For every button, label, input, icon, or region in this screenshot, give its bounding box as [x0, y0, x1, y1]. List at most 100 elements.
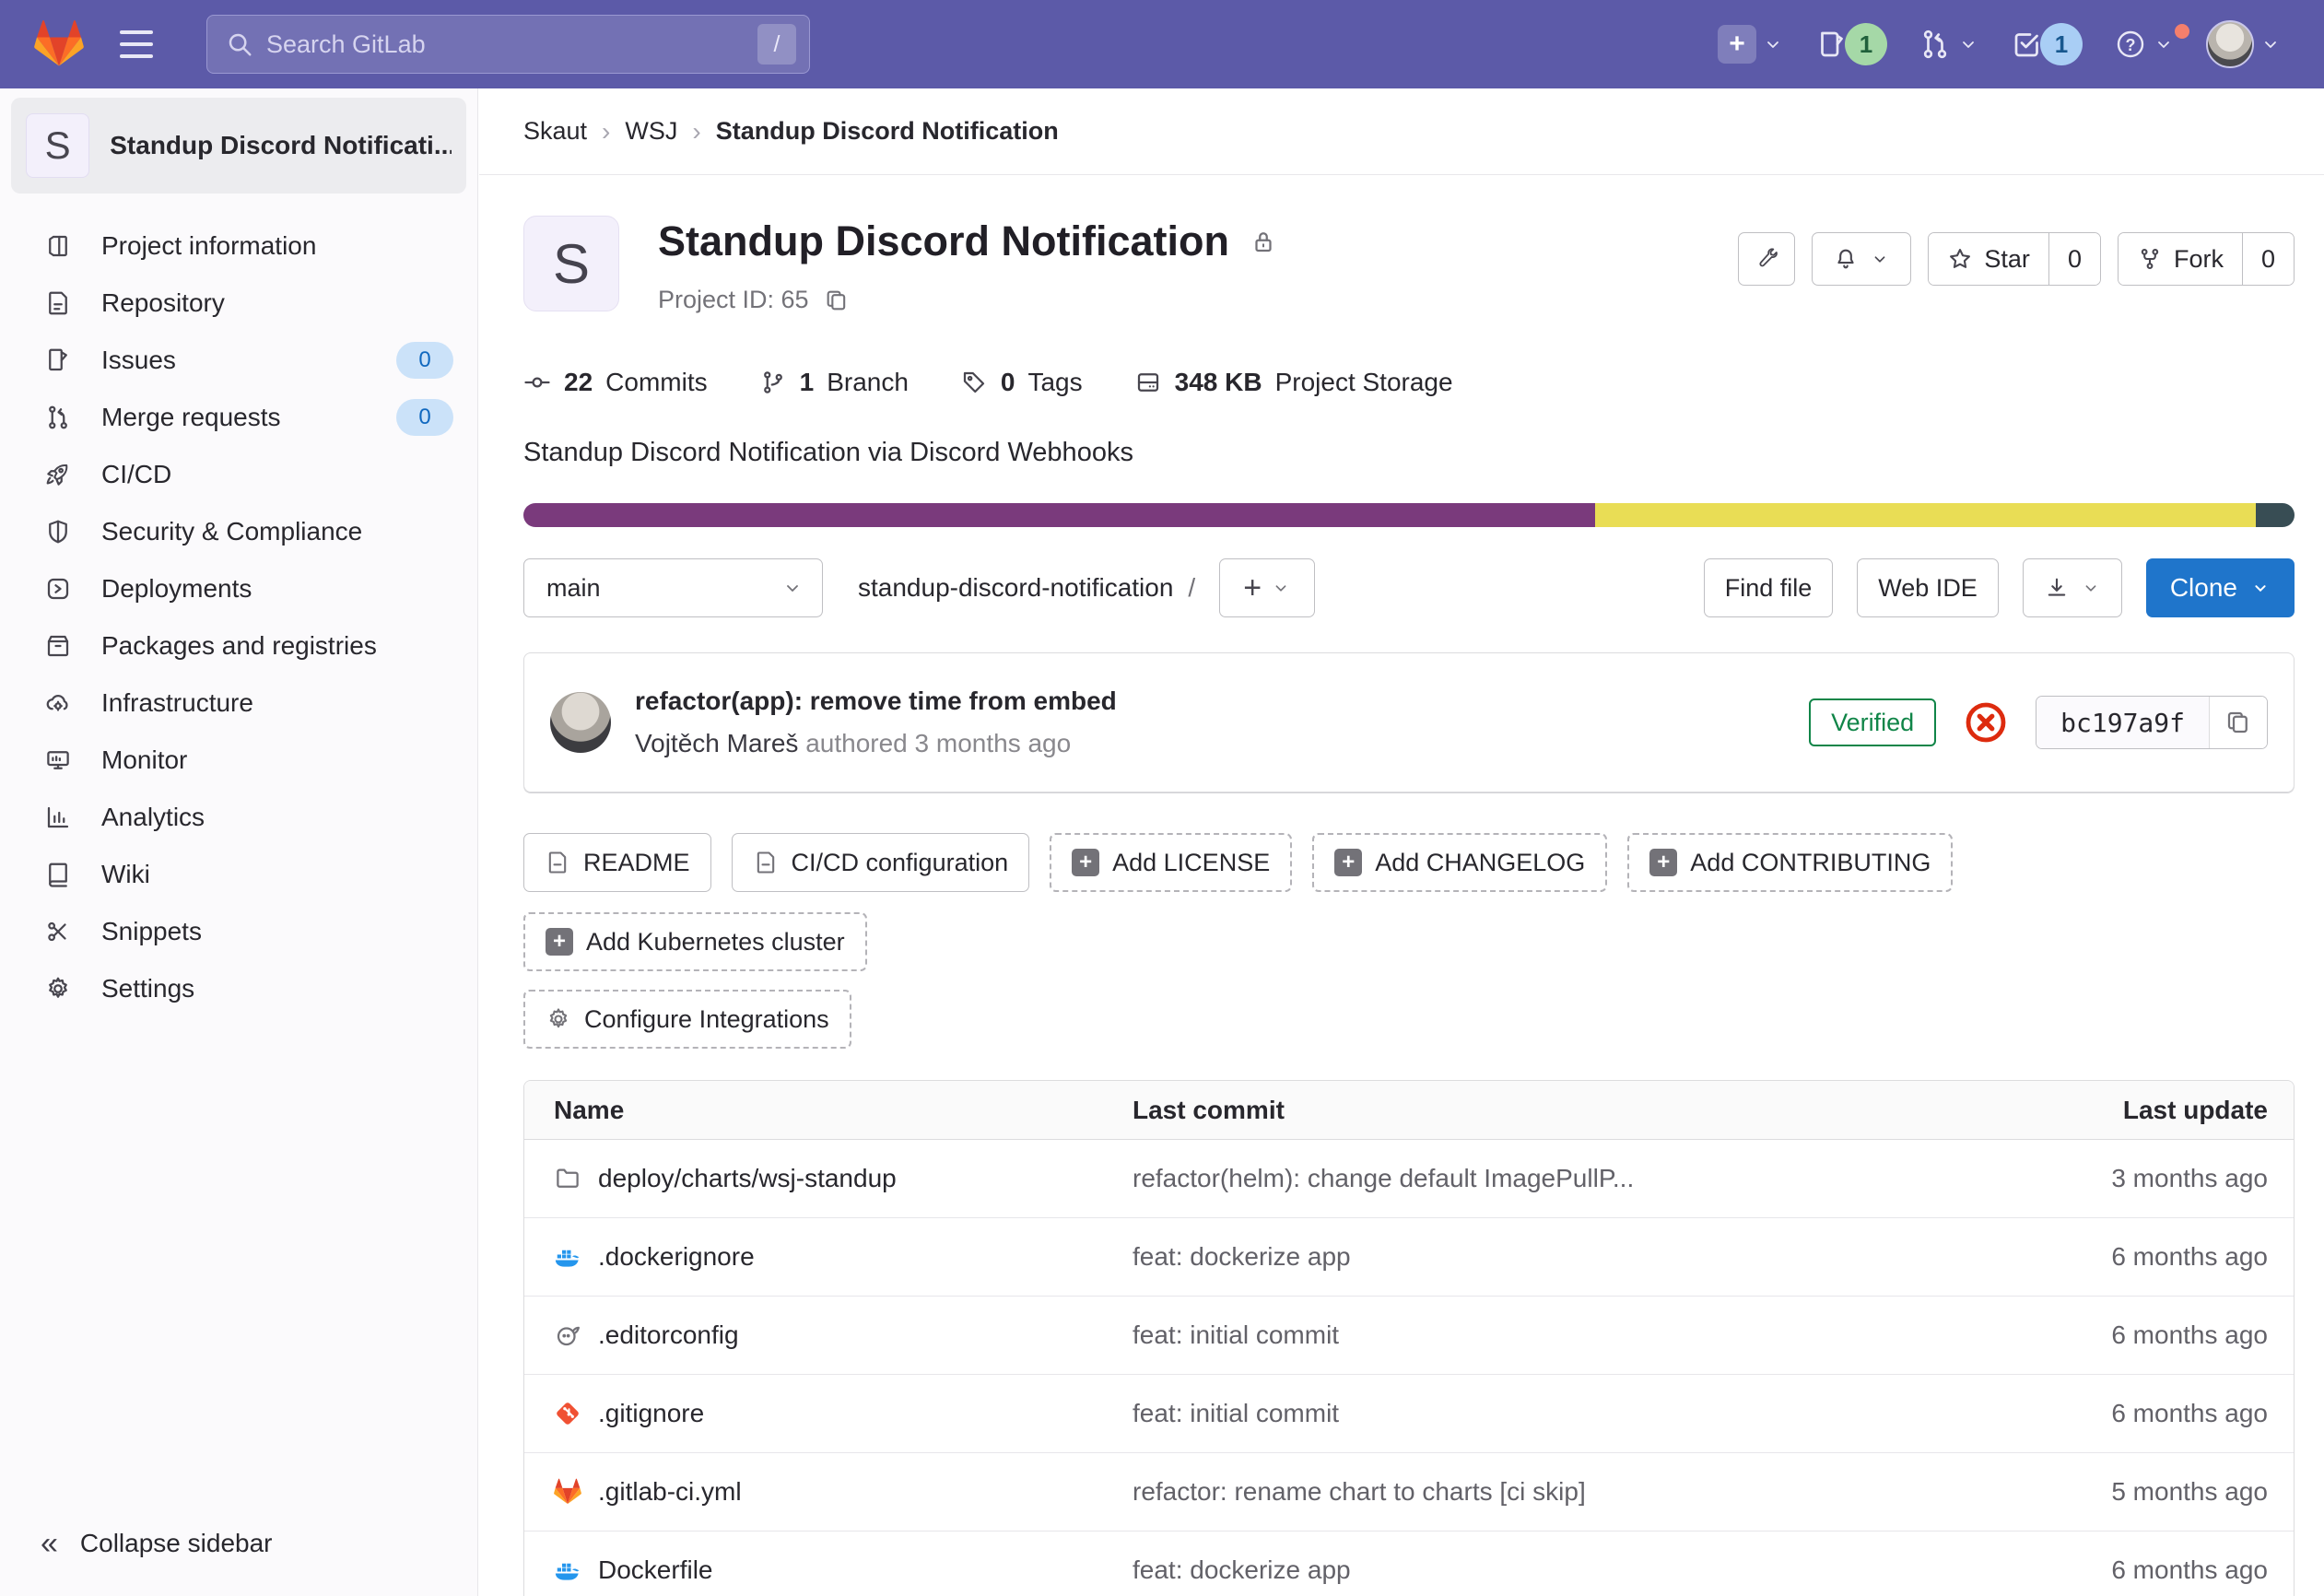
stat-commits[interactable]: 22Commits	[523, 368, 708, 397]
breadcrumb-project[interactable]: Standup Discord Notification	[716, 117, 1059, 146]
editorconfig-icon	[554, 1321, 581, 1349]
file-link[interactable]: .gitignore	[524, 1399, 1133, 1428]
last-update: 5 months ago	[1962, 1477, 2294, 1507]
add-kubernetes-cluster-button[interactable]: + Add Kubernetes cluster	[523, 912, 867, 971]
chevron-down-icon	[2250, 578, 2271, 598]
search-input[interactable]	[266, 30, 757, 59]
sidebar-item-label: CI/CD	[101, 460, 453, 489]
file-link[interactable]: .editorconfig	[524, 1320, 1133, 1350]
sidebar-item-repository[interactable]: Repository	[0, 275, 477, 332]
star-button[interactable]: Star	[1929, 233, 2048, 285]
commit-message-link[interactable]: feat: initial commit	[1133, 1399, 1962, 1428]
notifications-button[interactable]	[1812, 232, 1911, 286]
repo-toolbar: main standup-discord-notification / + Fi…	[479, 527, 2324, 617]
add-contributing-button[interactable]: + Add CONTRIBUTING	[1627, 833, 1953, 892]
sidebar-item-snippets[interactable]: Snippets	[0, 903, 477, 960]
fork-button-group[interactable]: Fork 0	[2118, 232, 2295, 286]
sidebar-item-monitor[interactable]: Monitor	[0, 732, 477, 789]
project-settings-button[interactable]	[1738, 232, 1795, 286]
sidebar-item-label: Packages and registries	[101, 631, 453, 661]
download-button[interactable]	[2023, 558, 2122, 617]
branch-selector[interactable]: main	[523, 558, 823, 617]
add-license-button[interactable]: + Add LICENSE	[1050, 833, 1292, 892]
language-segment	[1595, 503, 2256, 527]
sidebar-item-project-information[interactable]: Project information	[0, 217, 477, 275]
add-file-button[interactable]: +	[1219, 558, 1315, 617]
commit-message-link[interactable]: refactor(helm): change default ImagePull…	[1133, 1164, 1962, 1193]
table-row: .gitignore feat: initial commit 6 months…	[524, 1375, 2294, 1453]
breadcrumb-subgroup[interactable]: WSJ	[625, 117, 677, 146]
cicd-configuration-button[interactable]: CI/CD configuration	[732, 833, 1030, 892]
readme-button[interactable]: README	[523, 833, 711, 892]
shield-icon	[44, 518, 72, 546]
star-count[interactable]: 0	[2048, 233, 2100, 285]
add-changelog-button[interactable]: + Add CHANGELOG	[1312, 833, 1607, 892]
pipeline-failed-icon[interactable]	[1964, 700, 2008, 745]
sidebar-item-wiki[interactable]: Wiki	[0, 846, 477, 903]
star-button-group[interactable]: Star 0	[1928, 232, 2101, 286]
file-link[interactable]: Dockerfile	[524, 1555, 1133, 1585]
gitlab-logo-icon[interactable]	[33, 19, 85, 69]
hamburger-menu-icon[interactable]	[116, 29, 157, 60]
project-stats: 22Commits 1Branch 0Tags 348 KBProject St…	[479, 314, 2324, 397]
new-menu-button[interactable]: +	[1708, 25, 1793, 64]
copy-project-id-icon[interactable]	[824, 288, 850, 313]
sidebar-item-analytics[interactable]: Analytics	[0, 789, 477, 846]
fork-button[interactable]: Fork	[2119, 233, 2242, 285]
file-link[interactable]: .dockerignore	[524, 1242, 1133, 1272]
sidebar-item-merge-requests[interactable]: Merge requests 0	[0, 389, 477, 446]
commit-message-link[interactable]: feat: initial commit	[1133, 1320, 1962, 1350]
project-information-icon	[44, 232, 72, 260]
clone-button[interactable]: Clone	[2146, 558, 2295, 617]
sidebar-project-header[interactable]: S Standup Discord Notificati...	[11, 98, 466, 194]
stat-storage[interactable]: 348 KBProject Storage	[1134, 368, 1453, 397]
copy-sha-button[interactable]	[2209, 697, 2267, 748]
sidebar-item-security-compliance[interactable]: Security & Compliance	[0, 503, 477, 560]
merge-request-icon	[44, 404, 72, 431]
repo-path-root[interactable]: standup-discord-notification	[858, 573, 1173, 603]
user-menu-button[interactable]	[2197, 20, 2291, 68]
table-row: .gitlab-ci.yml refactor: rename chart to…	[524, 1453, 2294, 1531]
latest-commit-box: refactor(app): remove time from embed Vo…	[523, 652, 2295, 792]
commit-message-link[interactable]: feat: dockerize app	[1133, 1555, 1962, 1585]
sidebar-item-packages-registries[interactable]: Packages and registries	[0, 617, 477, 675]
commit-title-link[interactable]: refactor(app): remove time from embed	[635, 687, 1117, 716]
top-navbar: / + 1 1 ?	[0, 0, 2324, 88]
sidebar-item-cicd[interactable]: CI/CD	[0, 446, 477, 503]
global-search[interactable]: /	[206, 15, 810, 74]
web-ide-button[interactable]: Web IDE	[1857, 558, 1999, 617]
page-title: Standup Discord Notification	[658, 217, 1229, 265]
verified-badge[interactable]: Verified	[1809, 698, 1936, 746]
sidebar-item-issues[interactable]: Issues 0	[0, 332, 477, 389]
commit-message-link[interactable]: refactor: rename chart to charts [ci ski…	[1133, 1477, 1962, 1507]
issues-count-badge: 1	[1845, 23, 1887, 65]
file-icon	[753, 850, 779, 875]
file-link[interactable]: deploy/charts/wsj-standup	[524, 1164, 1133, 1193]
svg-text:?: ?	[2126, 36, 2136, 54]
sidebar-item-deployments[interactable]: Deployments	[0, 560, 477, 617]
issues-menu-button[interactable]: 1	[1806, 23, 1896, 65]
merge-requests-menu-button[interactable]	[1909, 28, 1989, 61]
configure-integrations-button[interactable]: Configure Integrations	[523, 990, 851, 1049]
chevron-down-icon	[1870, 249, 1890, 269]
sidebar-item-settings[interactable]: Settings	[0, 960, 477, 1017]
sidebar-item-infrastructure[interactable]: Infrastructure	[0, 675, 477, 732]
language-segment	[523, 503, 1595, 527]
file-link[interactable]: .gitlab-ci.yml	[524, 1477, 1133, 1507]
commit-author-avatar[interactable]	[550, 692, 611, 753]
commit-message-link[interactable]: feat: dockerize app	[1133, 1242, 1962, 1272]
breadcrumb-group[interactable]: Skaut	[523, 117, 587, 146]
todos-menu-button[interactable]: 1	[2001, 23, 2092, 65]
collapse-sidebar-button[interactable]: « Collapse sidebar	[0, 1515, 477, 1572]
help-menu-button[interactable]: ?	[2105, 28, 2184, 61]
project-id-label: Project ID: 65	[658, 286, 809, 314]
commit-author-link[interactable]: Vojtěch Mareš	[635, 729, 798, 757]
todo-check-icon	[2011, 28, 2044, 61]
stat-tags[interactable]: 0Tags	[960, 368, 1083, 397]
stat-branches[interactable]: 1Branch	[759, 368, 909, 397]
deployments-icon	[44, 575, 72, 603]
fork-count[interactable]: 0	[2242, 233, 2294, 285]
find-file-button[interactable]: Find file	[1704, 558, 1834, 617]
issues-icon	[44, 346, 72, 374]
language-bar[interactable]	[523, 503, 2295, 527]
